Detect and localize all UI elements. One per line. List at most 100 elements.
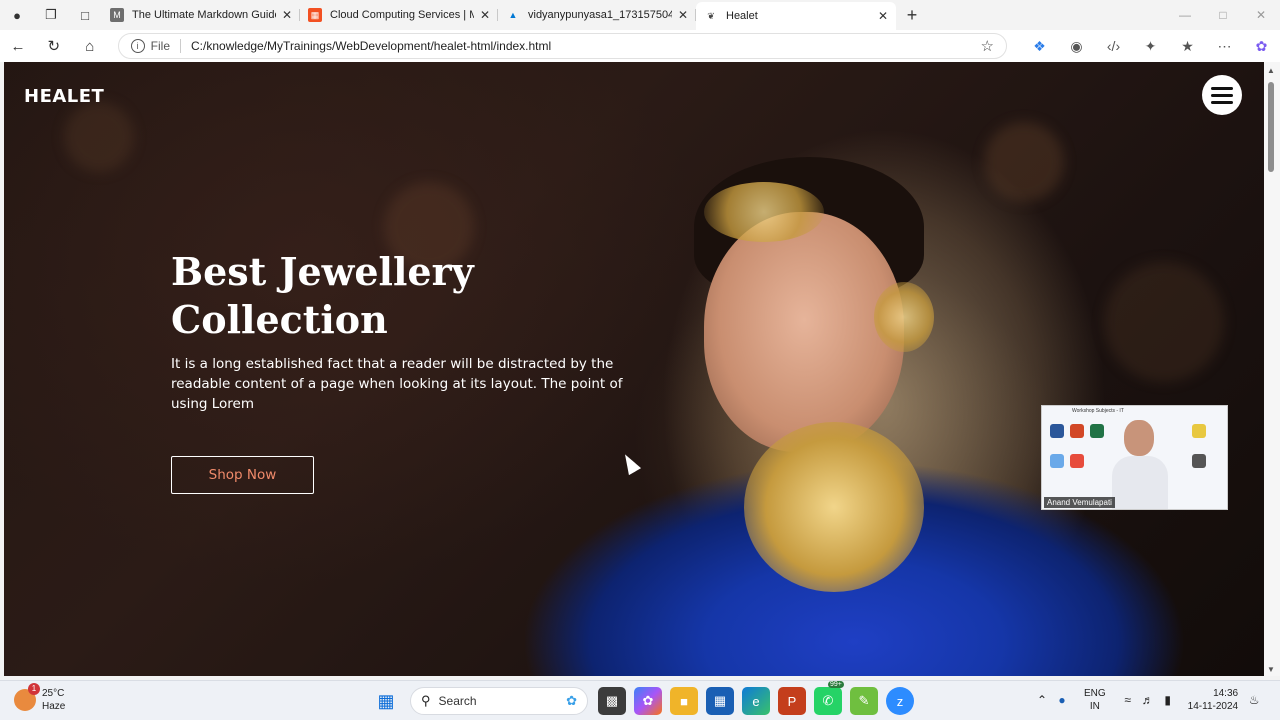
- minimize-icon[interactable]: —: [1166, 8, 1204, 22]
- search-highlight-icon: ✿: [566, 693, 577, 708]
- screenshot-icon[interactable]: ◉: [1058, 38, 1095, 55]
- taskbar-apps: ▦ ⚲ Search ✿ ▩ ✿ ■ ▦ e P ✆ 99+ ✎ z: [368, 681, 918, 715]
- video-call-overlay[interactable]: Workshop Subjects - IT Anand Vemulapati: [1041, 405, 1228, 510]
- system-tray: ⌃ ● ENG IN ≈ ♬ ▮ 14:36 14-11-2024 ♨: [1032, 687, 1264, 713]
- window-controls: — □ ✕: [1166, 8, 1280, 22]
- scheme-label: File: [150, 39, 171, 53]
- copilot-icon[interactable]: ✿: [1243, 38, 1280, 55]
- slide-title: Workshop Subjects - IT: [1072, 408, 1124, 414]
- favorite-star-icon[interactable]: ☆: [981, 37, 994, 55]
- menu-bar: [1211, 93, 1233, 97]
- word-app-icon: [1050, 424, 1064, 438]
- markdown-favicon-icon: M: [110, 8, 124, 22]
- notification-bell-icon[interactable]: ♨: [1244, 693, 1264, 707]
- weather-widget[interactable]: 1 25°C Haze: [14, 683, 65, 713]
- scroll-thumb[interactable]: [1268, 82, 1274, 172]
- healet-favicon-icon: ❦: [707, 10, 715, 21]
- favorites-icon[interactable]: ★: [1169, 38, 1206, 55]
- hero-title-line1: Best Jewellery: [171, 249, 474, 294]
- search-icon: ⚲: [421, 693, 431, 708]
- clock[interactable]: 14:36 14-11-2024: [1188, 687, 1238, 713]
- profile-icon[interactable]: ●: [0, 0, 34, 30]
- menu-bar: [1211, 100, 1233, 104]
- powerpoint-app-icon: [1070, 424, 1084, 438]
- language-indicator[interactable]: ENG IN: [1084, 687, 1106, 713]
- volume-icon[interactable]: ♬: [1138, 693, 1158, 707]
- task-view-icon[interactable]: ▩: [598, 687, 626, 715]
- url-text[interactable]: C:/knowledge/MyTrainings/WebDevelopment/…: [191, 39, 981, 53]
- microphone-icon[interactable]: ●: [1052, 693, 1072, 707]
- close-window-icon[interactable]: ✕: [1242, 8, 1280, 22]
- file-explorer-icon[interactable]: ■: [670, 687, 698, 715]
- devtools-icon[interactable]: ‹/›: [1095, 38, 1132, 55]
- site-logo[interactable]: HEALET: [24, 86, 104, 107]
- hamburger-menu-button[interactable]: [1202, 75, 1242, 115]
- whatsapp-icon[interactable]: ✆ 99+: [814, 681, 844, 715]
- app-icon: [1192, 424, 1206, 438]
- address-bar[interactable]: i File C:/knowledge/MyTrainings/WebDevel…: [117, 33, 1007, 59]
- participant-name: Anand Vemulapati: [1044, 497, 1115, 508]
- zoom-icon[interactable]: z: [886, 687, 914, 715]
- refresh-icon[interactable]: ↻: [36, 37, 72, 55]
- edge-browser-icon[interactable]: e: [742, 687, 770, 715]
- microsoft-favicon-icon: ▦: [308, 8, 322, 22]
- notepad-icon[interactable]: ✎: [850, 687, 878, 715]
- notification-badge: 1: [28, 683, 40, 695]
- language-line1: ENG: [1084, 688, 1106, 699]
- more-menu-icon[interactable]: ⋯: [1206, 38, 1243, 55]
- close-tab-icon[interactable]: ✕: [480, 8, 490, 22]
- back-icon[interactable]: ←: [0, 38, 36, 55]
- close-tab-icon[interactable]: ✕: [282, 8, 292, 22]
- start-windows-icon[interactable]: ▦: [372, 687, 400, 715]
- search-label: Search: [438, 694, 477, 708]
- new-tab-icon[interactable]: +: [896, 5, 928, 26]
- divider: [180, 39, 182, 53]
- microsoft-store-icon[interactable]: ▦: [706, 687, 734, 715]
- hero-description: It is a long established fact that a rea…: [171, 356, 623, 412]
- copilot-taskbar-icon[interactable]: ✿: [634, 687, 662, 715]
- hero-title: Best Jewellery Collection: [171, 248, 571, 344]
- clock-time: 14:36: [1213, 688, 1239, 699]
- close-tab-icon[interactable]: ✕: [678, 8, 688, 22]
- maximize-icon[interactable]: □: [1204, 8, 1242, 22]
- browser-toolbar: ← ↻ ⌂ i File C:/knowledge/MyTrainings/We…: [0, 30, 1280, 62]
- tab-title: The Ultimate Markdown Guide (fo: [132, 9, 276, 21]
- powerpoint-taskbar-icon[interactable]: P: [778, 687, 806, 715]
- tab-cloud-computing[interactable]: ▦ Cloud Computing Services | Micro ✕: [300, 0, 498, 30]
- tab-markdown-guide[interactable]: M The Ultimate Markdown Guide (fo ✕: [102, 0, 300, 30]
- language-line2: IN: [1089, 701, 1100, 712]
- shop-now-button[interactable]: Shop Now: [171, 456, 314, 494]
- tab-title: vidyanypunyasa1_173157504925: [528, 9, 672, 21]
- wifi-icon[interactable]: ≈: [1118, 693, 1138, 707]
- battery-icon[interactable]: ▮: [1158, 693, 1178, 707]
- page-scrollbar[interactable]: ▲ ▼: [1264, 62, 1280, 676]
- chevron-up-icon[interactable]: ⌃: [1032, 693, 1052, 707]
- extensions-icon[interactable]: ✦: [1132, 38, 1169, 55]
- tab-healet[interactable]: ❦ Healet ✕: [696, 2, 896, 30]
- site-info-icon[interactable]: i: [130, 39, 145, 53]
- scroll-down-icon[interactable]: ▼: [1267, 665, 1275, 674]
- presenter-video: [1112, 418, 1168, 509]
- windows-taskbar: 1 25°C Haze ▦ ⚲ Search ✿ ▩ ✿ ■ ▦ e P ✆ 9…: [0, 680, 1280, 720]
- whatsapp-badge: 99+: [828, 681, 844, 688]
- workspaces-icon[interactable]: ❐: [34, 0, 68, 30]
- extension-colored-icon[interactable]: ❖: [1021, 38, 1058, 55]
- toolbar-icons: ❖ ◉ ‹/› ✦ ★ ⋯ ✿: [1021, 38, 1280, 55]
- weather-temp: 25°C: [42, 688, 65, 699]
- app-icon: [1050, 454, 1064, 468]
- weather-icon: 1: [14, 683, 40, 711]
- browser-tab-strip: ● ❐ □ M The Ultimate Markdown Guide (fo …: [0, 0, 1280, 30]
- close-tab-icon[interactable]: ✕: [878, 9, 888, 23]
- taskbar-search[interactable]: ⚲ Search ✿: [410, 687, 588, 715]
- tab-vidyanypunyasa[interactable]: ▲ vidyanypunyasa1_173157504925 ✕: [498, 0, 696, 30]
- vertical-tabs-icon[interactable]: □: [68, 0, 102, 30]
- hero-title-line2: Collection: [171, 297, 388, 342]
- clock-date: 14-11-2024: [1187, 701, 1239, 712]
- tab-title: Cloud Computing Services | Micro: [330, 9, 474, 21]
- app-icon: [1192, 454, 1206, 468]
- app-icon: [1070, 454, 1084, 468]
- scroll-up-icon[interactable]: ▲: [1267, 66, 1275, 75]
- tab-title: Healet: [726, 10, 758, 22]
- azure-favicon-icon: ▲: [508, 10, 518, 20]
- home-icon[interactable]: ⌂: [72, 38, 108, 55]
